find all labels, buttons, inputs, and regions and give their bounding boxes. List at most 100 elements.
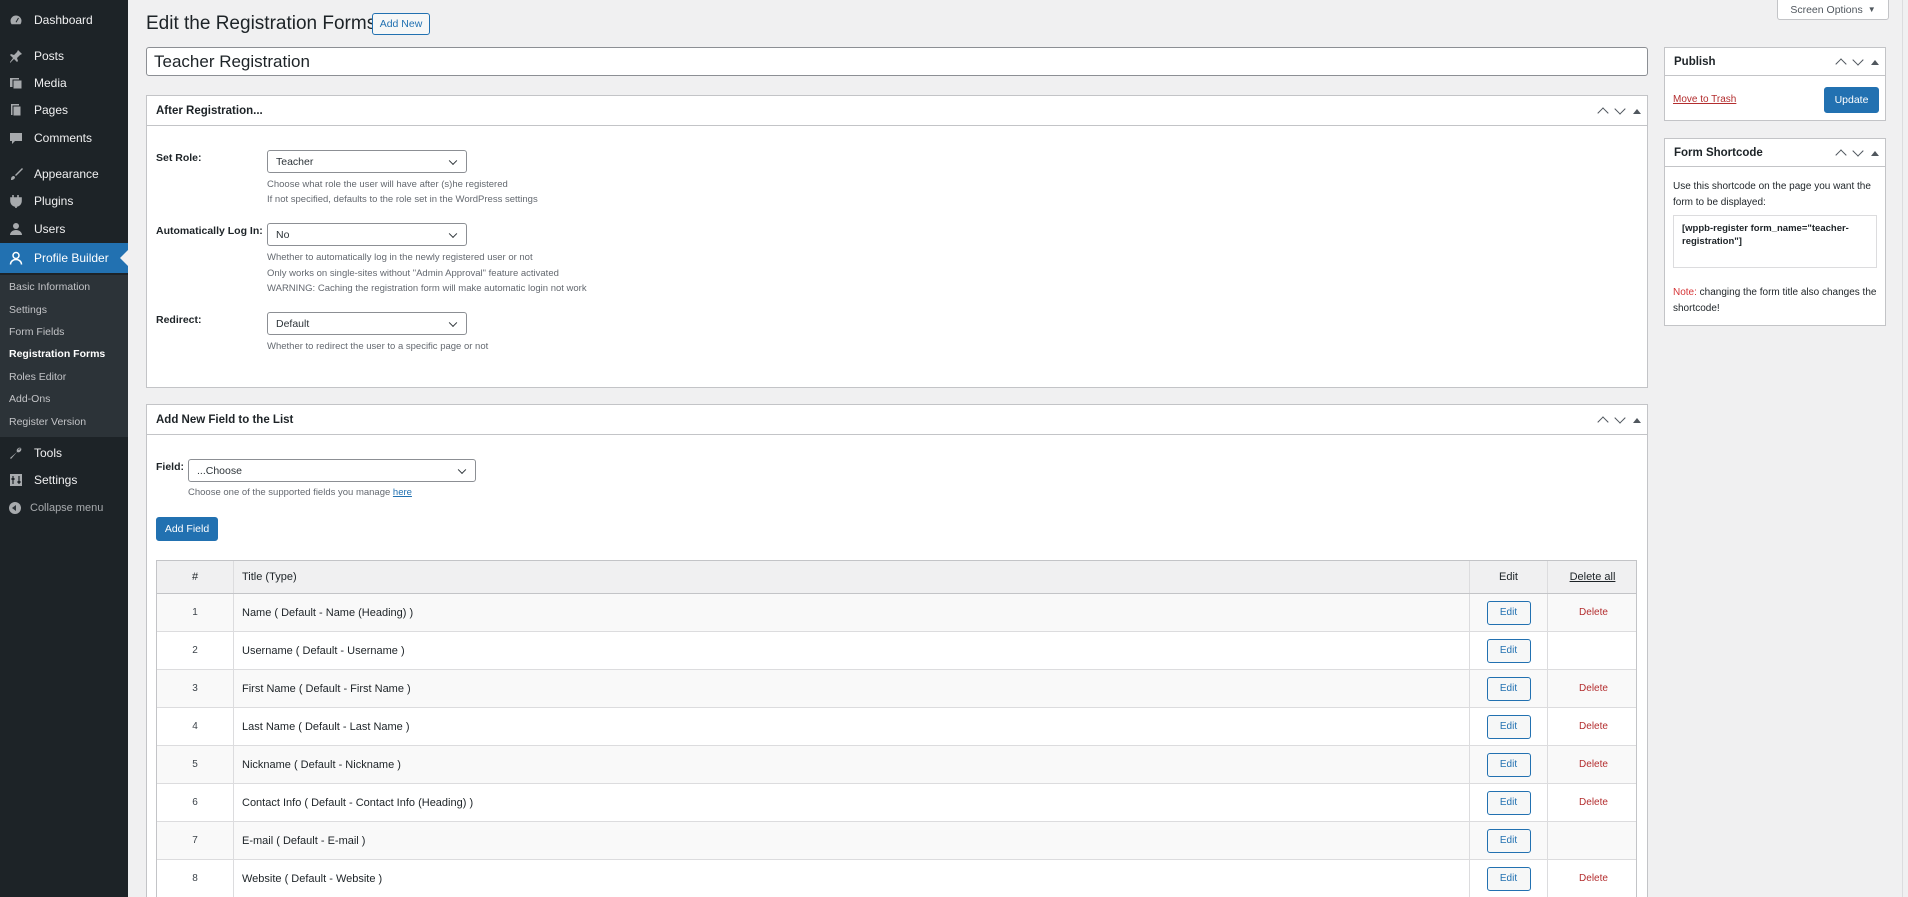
set-role-label: Set Role: — [156, 152, 202, 164]
menu-plugins[interactable]: Plugins — [0, 187, 128, 215]
box-title: Form Shortcode — [1674, 146, 1763, 159]
publish-box: Publish Move to Trash Update — [1664, 47, 1886, 121]
row-edit-cell: Edit — [1470, 746, 1548, 783]
submenu-register-version[interactable]: Register Version — [9, 416, 86, 428]
table-body: 1 Name ( Default - Name (Heading) ) Edit De… — [157, 594, 1636, 897]
add-field-button[interactable]: Add Field — [156, 517, 218, 541]
brush-icon — [6, 164, 26, 184]
menu-label: Appearance — [34, 167, 99, 181]
screen-options-label: Screen Options — [1790, 3, 1863, 16]
row-title: Contact Info ( Default - Contact Info (H… — [234, 784, 1470, 821]
delete-field-link[interactable]: Delete — [1579, 607, 1608, 618]
set-role-desc-1: Choose what role the user will have afte… — [267, 179, 508, 190]
menu-posts[interactable]: Posts — [0, 42, 128, 70]
delete-all-link[interactable]: Delete all — [1548, 561, 1637, 593]
move-down-icon[interactable] — [1614, 103, 1626, 115]
menu-comments[interactable]: Comments — [0, 124, 128, 152]
menu-media[interactable]: Media — [0, 69, 128, 97]
menu-label: Plugins — [34, 194, 74, 208]
submenu-roles-editor[interactable]: Roles Editor — [9, 371, 66, 383]
pages-icon — [6, 100, 26, 120]
row-number: 2 — [157, 632, 234, 669]
move-up-icon[interactable] — [1597, 416, 1609, 428]
edit-field-button[interactable]: Edit — [1486, 790, 1531, 815]
screen-options-button[interactable]: Screen Options ▼ — [1777, 0, 1889, 20]
menu-label: Media — [34, 76, 67, 90]
row-edit-cell: Edit — [1470, 594, 1548, 631]
edit-field-button[interactable]: Edit — [1486, 638, 1531, 663]
menu-label: Settings — [34, 473, 78, 487]
table-row: 8 Website ( Default - Website ) Edit Delete — [157, 860, 1636, 897]
submenu-registration-forms[interactable]: Registration Forms — [9, 348, 105, 360]
move-up-icon[interactable] — [1835, 149, 1847, 161]
menu-label: Posts — [34, 49, 65, 63]
move-up-icon[interactable] — [1597, 107, 1609, 119]
edit-field-button[interactable]: Edit — [1486, 714, 1531, 739]
row-title: Website ( Default - Website ) — [234, 860, 1470, 897]
move-down-icon[interactable] — [1614, 412, 1626, 424]
menu-users[interactable]: Users — [0, 215, 128, 243]
submenu-add-ons[interactable]: Add-Ons — [9, 393, 50, 405]
menu-label: Pages — [34, 103, 69, 117]
row-title: Name ( Default - Name (Heading) ) — [234, 594, 1470, 631]
delete-field-link[interactable]: Delete — [1579, 683, 1608, 694]
page-scrollbar[interactable] — [1902, 0, 1908, 897]
move-to-trash-link[interactable]: Move to Trash — [1673, 94, 1736, 105]
note-text: changing the form title also changes the… — [1673, 287, 1877, 314]
col-header-title: Title (Type) — [234, 561, 1470, 593]
edit-field-button[interactable]: Edit — [1486, 676, 1531, 701]
form-title-input[interactable]: Teacher Registration — [146, 47, 1648, 76]
profile-builder-submenu: Basic Information Settings Form Fields R… — [0, 275, 128, 437]
publish-header: Publish — [1665, 48, 1885, 76]
submenu-basic-information[interactable]: Basic Information — [9, 281, 90, 293]
edit-field-button[interactable]: Edit — [1486, 600, 1531, 625]
table-row: 2 Username ( Default - Username ) Edit — [157, 632, 1636, 670]
move-down-icon[interactable] — [1852, 145, 1864, 157]
menu-profile-builder[interactable]: Profile Builder — [0, 243, 128, 273]
toggle-panel-icon[interactable] — [1633, 417, 1641, 423]
menu-label: Profile Builder — [34, 251, 109, 265]
redirect-select[interactable]: Default — [267, 312, 467, 335]
edit-field-button[interactable]: Edit — [1486, 828, 1531, 853]
edit-field-button[interactable]: Edit — [1486, 752, 1531, 777]
row-number: 1 — [157, 594, 234, 631]
menu-label: Users — [34, 222, 66, 236]
row-edit-cell: Edit — [1470, 632, 1548, 669]
add-new-button[interactable]: Add New — [372, 13, 430, 35]
delete-field-link[interactable]: Delete — [1579, 797, 1608, 808]
move-down-icon[interactable] — [1852, 54, 1864, 66]
set-role-select[interactable]: Teacher — [267, 150, 467, 173]
table-row: 6 Contact Info ( Default - Contact Info (… — [157, 784, 1636, 822]
menu-settings[interactable]: Settings — [0, 466, 128, 494]
submenu-form-fields[interactable]: Form Fields — [9, 326, 64, 338]
edit-field-button[interactable]: Edit — [1486, 866, 1531, 891]
submenu-settings[interactable]: Settings — [9, 304, 47, 316]
auto-login-desc-3: WARNING: Caching the registration form w… — [267, 283, 587, 294]
box-title: After Registration... — [156, 104, 263, 117]
menu-pages[interactable]: Pages — [0, 96, 128, 124]
row-delete-cell: Delete — [1549, 746, 1638, 783]
row-delete-cell: Delete — [1549, 784, 1638, 821]
toggle-panel-icon[interactable] — [1871, 59, 1879, 65]
delete-field-link[interactable]: Delete — [1579, 759, 1608, 770]
shortcode-textbox[interactable]: [wppb-register form_name="teacher-regist… — [1673, 215, 1877, 268]
dashboard-icon — [6, 10, 26, 30]
field-type-select[interactable]: ...Choose — [188, 459, 476, 482]
caret-down-icon: ▼ — [1867, 5, 1876, 14]
manage-fields-link[interactable]: here — [393, 487, 412, 498]
menu-dashboard[interactable]: Dashboard — [0, 6, 128, 34]
table-row: 3 First Name ( Default - First Name ) Edit… — [157, 670, 1636, 708]
delete-field-link[interactable]: Delete — [1579, 721, 1608, 732]
toggle-panel-icon[interactable] — [1871, 150, 1879, 156]
update-button[interactable]: Update — [1824, 87, 1879, 113]
auto-login-select[interactable]: No — [267, 223, 467, 246]
delete-field-link[interactable]: Delete — [1579, 873, 1608, 884]
menu-tools[interactable]: Tools — [0, 439, 128, 467]
table-row: 1 Name ( Default - Name (Heading) ) Edit De… — [157, 594, 1636, 632]
menu-appearance[interactable]: Appearance — [0, 160, 128, 188]
toggle-panel-icon[interactable] — [1633, 108, 1641, 114]
table-row: 5 Nickname ( Default - Nickname ) Edit Dele… — [157, 746, 1636, 784]
move-up-icon[interactable] — [1835, 58, 1847, 70]
row-edit-cell: Edit — [1470, 670, 1548, 707]
collapse-menu[interactable]: Collapse menu — [0, 498, 103, 518]
